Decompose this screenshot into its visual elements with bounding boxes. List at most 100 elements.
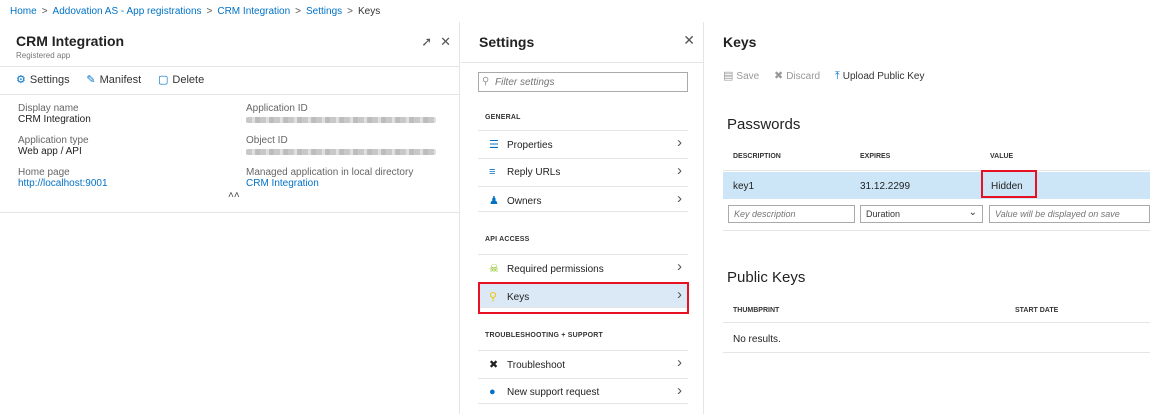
upload-icon: ⤒	[834, 70, 840, 82]
breadcrumb-app-registrations[interactable]: Addovation AS - App registrations	[53, 6, 202, 17]
breadcrumb-separator: >	[206, 6, 213, 17]
app-id-label: Application ID	[246, 103, 308, 114]
key-expires: 31.12.2299	[860, 181, 911, 192]
required-permissions-label: Required permissions	[507, 264, 604, 275]
upload-public-key-label: Upload Public Key	[842, 71, 925, 82]
settings-item-owners[interactable]: ♟ Owners ›	[478, 186, 688, 212]
app-blade-header: CRM Integration Registered app ➚ ✕	[0, 22, 459, 67]
divider	[723, 230, 1150, 231]
app-id-redacted	[246, 117, 436, 123]
discard-icon: ✖	[773, 70, 784, 82]
pin-icon[interactable]: ➚	[421, 34, 432, 49]
chevron-right-icon: ›	[677, 134, 682, 151]
duration-select-value: Duration	[866, 209, 901, 219]
app-type-label: Application type	[18, 135, 89, 146]
breadcrumb-settings[interactable]: Settings	[306, 6, 342, 17]
passwords-title: Passwords	[727, 116, 801, 133]
save-button[interactable]: ▤ Save	[723, 69, 759, 82]
object-id-redacted	[246, 149, 436, 155]
list-icon: ≡	[489, 166, 496, 178]
settings-button-label: Settings	[29, 74, 70, 86]
settings-title: Settings	[479, 34, 535, 50]
settings-header: Settings ✕	[461, 22, 703, 63]
settings-item-properties[interactable]: ☰ Properties ›	[478, 130, 688, 156]
app-properties: Display name CRM Integration Application…	[0, 95, 459, 213]
divider	[723, 352, 1150, 353]
settings-item-troubleshoot[interactable]: ✖ Troubleshoot ›	[478, 350, 688, 376]
breadcrumb-separator: >	[295, 6, 302, 17]
home-page-label: Home page	[18, 167, 70, 178]
divider	[723, 322, 1150, 323]
settings-button[interactable]: ⚙ Settings	[16, 73, 70, 86]
owners-label: Owners	[507, 196, 542, 207]
breadcrumb-home[interactable]: Home	[10, 6, 37, 17]
display-name-label: Display name	[18, 103, 79, 114]
settings-item-new-support-request[interactable]: ● New support request ›	[478, 378, 688, 404]
app-title: CRM Integration	[16, 33, 125, 49]
section-general: GENERAL	[485, 114, 521, 121]
new-support-request-label: New support request	[507, 387, 600, 398]
app-blade: CRM Integration Registered app ➚ ✕ ⚙ Setti…	[0, 22, 460, 414]
pencil-icon: ✎	[86, 74, 96, 86]
col-thumbprint: THUMBPRINT	[733, 307, 780, 314]
chevron-right-icon: ›	[677, 190, 682, 207]
chevron-right-icon: ›	[677, 382, 682, 399]
delete-button[interactable]: ▢ Delete	[158, 73, 204, 86]
value-highlight-box	[981, 170, 1037, 198]
managed-app-link[interactable]: CRM Integration	[246, 178, 413, 189]
table-row[interactable]	[723, 172, 1150, 199]
col-start-date: START DATE	[1015, 307, 1059, 314]
keys-toolbar: ▤ Save ✖ Discard ⤒ Upload Public Key	[705, 63, 1150, 91]
key-description: key1	[733, 181, 755, 192]
settings-item-reply-urls[interactable]: ≡ Reply URLs ›	[478, 158, 688, 184]
keys-title: Keys	[723, 34, 757, 50]
owners-icon: ♟	[489, 195, 499, 207]
settings-blade: Settings ✕ ⚲ GENERAL ☰ Properties › ≡ Repl…	[461, 22, 704, 414]
gear-icon: ⚙	[16, 74, 26, 86]
section-api-access: API ACCESS	[485, 236, 530, 243]
trash-icon: ▢	[157, 74, 169, 86]
breadcrumb-crm-integration[interactable]: CRM Integration	[217, 6, 290, 17]
col-expires: EXPIRES	[860, 153, 891, 160]
properties-icon: ☰	[489, 139, 499, 151]
troubleshoot-icon: ✖	[489, 359, 499, 371]
app-subtitle: Registered app	[16, 51, 71, 60]
divider	[723, 170, 1150, 171]
col-description: DESCRIPTION	[733, 153, 781, 160]
troubleshoot-label: Troubleshoot	[507, 360, 565, 371]
manifest-button-label: Manifest	[99, 74, 142, 86]
keys-highlight-box	[478, 282, 689, 314]
properties-label: Properties	[507, 140, 553, 151]
key-value-input[interactable]	[989, 205, 1150, 223]
app-toolbar: ⚙ Settings ✎ Manifest ▢ Delete	[0, 67, 459, 95]
keys-header: Keys	[705, 22, 1150, 63]
breadcrumb-separator: >	[41, 6, 48, 17]
duration-select[interactable]: Duration ⌄	[860, 205, 983, 223]
keys-blade: Keys ▤ Save ✖ Discard ⤒ Upload Public Key P…	[705, 22, 1150, 414]
discard-button-label: Discard	[786, 71, 821, 82]
close-icon[interactable]: ✕	[440, 34, 451, 49]
reply-urls-label: Reply URLs	[507, 167, 561, 178]
managed-app-label: Managed application in local directory	[246, 167, 414, 178]
app-type-value: Web app / API	[18, 146, 82, 157]
chevron-right-icon: ›	[677, 162, 682, 179]
key-description-input[interactable]	[728, 205, 855, 223]
settings-item-required-permissions[interactable]: ☠ Required permissions ›	[478, 254, 688, 280]
public-keys-empty: No results.	[733, 334, 781, 345]
upload-public-key-button[interactable]: ⤒ Upload Public Key	[835, 70, 925, 83]
breadcrumb-keys: Keys	[358, 6, 381, 17]
save-icon: ▤	[723, 70, 734, 82]
search-icon: ⚲	[482, 76, 490, 87]
permissions-icon: ☠	[489, 263, 499, 275]
public-keys-title: Public Keys	[727, 269, 806, 286]
home-page-link[interactable]: http://localhost:9001	[18, 178, 108, 189]
discard-button[interactable]: ✖ Discard	[774, 69, 820, 82]
filter-settings-input[interactable]	[478, 72, 688, 92]
close-icon[interactable]: ✕	[683, 32, 695, 49]
display-name-value: CRM Integration	[18, 114, 91, 125]
collapse-chevron-icon[interactable]: ˄˄	[228, 190, 240, 201]
object-id-label: Object ID	[246, 135, 288, 146]
save-button-label: Save	[736, 71, 760, 82]
support-icon: ●	[489, 386, 496, 398]
manifest-button[interactable]: ✎ Manifest	[86, 73, 141, 86]
